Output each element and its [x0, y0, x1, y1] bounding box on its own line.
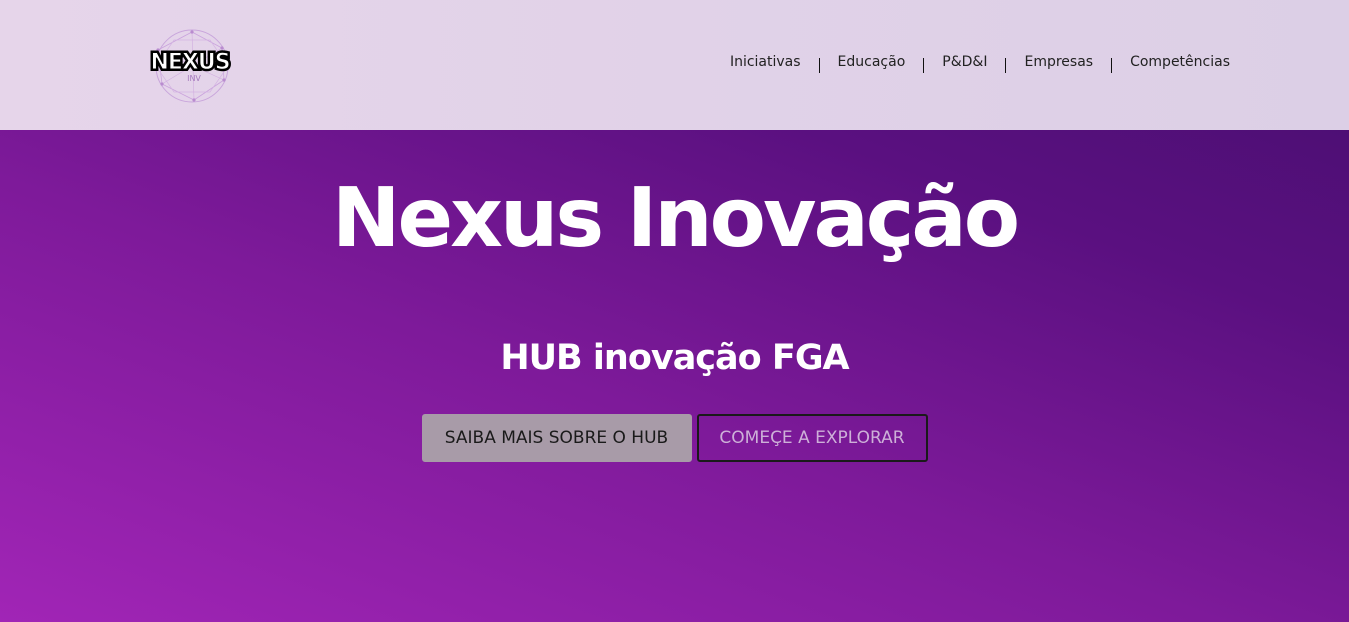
learn-more-button[interactable]: SAIBA MAIS SOBRE O HUB [421, 414, 692, 462]
page: NEXUS NEXUS INV Iniciativas Educação P&D… [0, 0, 1349, 622]
nav-item-empresas[interactable]: Empresas [1006, 54, 1111, 70]
nav-item-iniciativas[interactable]: Iniciativas [712, 54, 819, 70]
nav-item-competencias[interactable]: Competências [1112, 54, 1230, 70]
nexus-logo[interactable]: NEXUS NEXUS INV [144, 26, 240, 106]
hero-button-group: SAIBA MAIS SOBRE O HUB COMEÇE A EXPLORAR [0, 414, 1349, 462]
site-header: NEXUS NEXUS INV Iniciativas Educação P&D… [0, 0, 1349, 130]
hero-subtitle: HUB inovação FGA [500, 338, 849, 378]
nav-item-pdi[interactable]: P&D&I [924, 54, 1005, 70]
main-nav: Iniciativas Educação P&D&I Empresas Comp… [712, 50, 1230, 73]
hero-title: Nexus Inovação [331, 171, 1020, 266]
nav-item-educacao[interactable]: Educação [820, 54, 924, 70]
start-exploring-button[interactable]: COMEÇE A EXPLORAR [696, 414, 928, 462]
hero-section: Nexus Inovação HUB inovação FGA SAIBA MA… [0, 130, 1349, 622]
logo-subtext: INV [187, 74, 201, 83]
logo-graphic: NEXUS NEXUS INV [148, 29, 233, 103]
logo-wordmark: NEXUS [150, 50, 229, 75]
